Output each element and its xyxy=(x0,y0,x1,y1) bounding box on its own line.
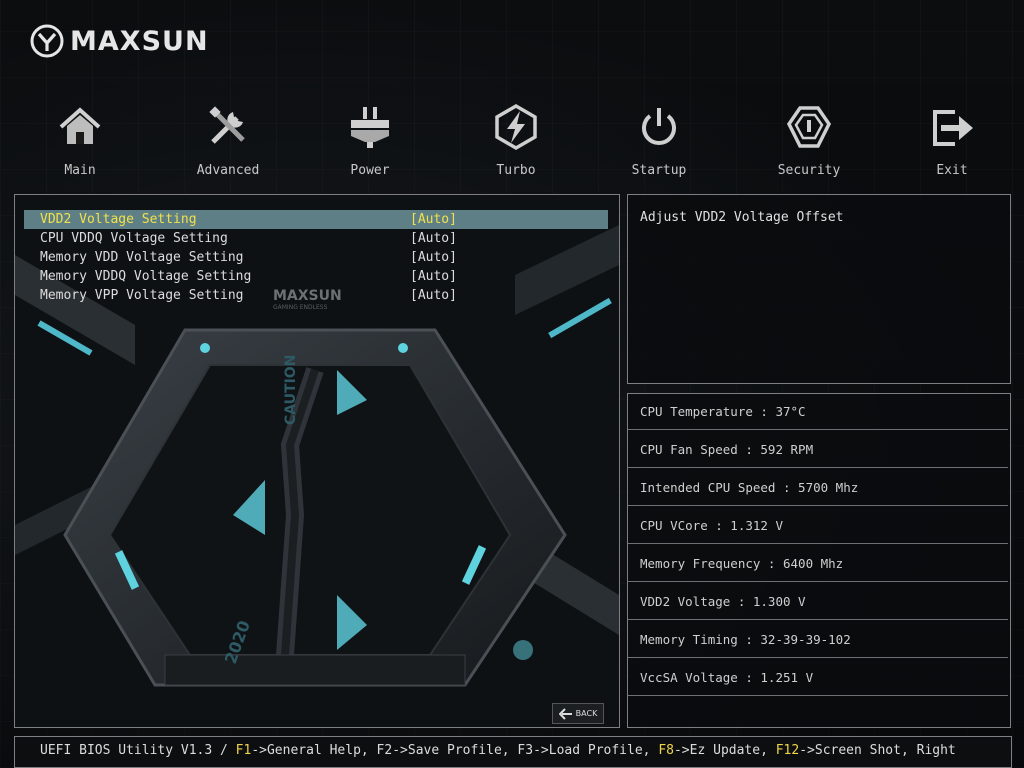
info-cpu-temperature: CPU Temperature : 37°C xyxy=(628,393,1008,430)
setting-label: Memory VDD Voltage Setting xyxy=(40,250,244,265)
tab-turbo[interactable]: Turbo xyxy=(461,102,571,178)
tab-turbo-label: Turbo xyxy=(496,163,536,178)
setting-label: Memory VPP Voltage Setting xyxy=(40,288,244,303)
main-nav: Main Advanced Power Turbo Startup Securi… xyxy=(0,102,1024,184)
f12-key: F12 xyxy=(775,743,800,758)
setting-value: [Auto] xyxy=(410,269,457,284)
brand-logo: MAXSUN xyxy=(30,24,209,58)
setting-label: CPU VDDQ Voltage Setting xyxy=(40,231,228,246)
setting-label: Memory VDDQ Voltage Setting xyxy=(40,269,252,284)
info-memory-frequency: Memory Frequency : 6400 Mhz xyxy=(628,545,1008,582)
status-prefix: UEFI BIOS Utility V1.3 / xyxy=(40,743,236,758)
info-cpu-vcore: CPU VCore : 1.312 V xyxy=(628,507,1008,544)
tab-exit[interactable]: Exit xyxy=(897,102,1007,178)
tab-exit-label: Exit xyxy=(936,163,968,178)
tab-main[interactable]: Main xyxy=(25,102,135,178)
f8-help-text: ->Ez Update, xyxy=(673,743,776,758)
status-bar-text: UEFI BIOS Utility V1.3 / F1->General Hel… xyxy=(40,743,956,758)
power-button-icon xyxy=(642,108,676,145)
setting-cpu-vddq-voltage[interactable]: CPU VDDQ Voltage Setting [Auto] xyxy=(24,229,608,248)
setting-label: VDD2 Voltage Setting xyxy=(40,212,197,227)
f1-key: F1 xyxy=(235,743,252,758)
help-text: Adjust VDD2 Voltage Offset xyxy=(640,210,844,225)
info-vdd2-voltage: VDD2 Voltage : 1.300 V xyxy=(628,583,1008,620)
f1-help-text: ->General Help, F2->Save Profile, F3->Lo… xyxy=(251,743,659,758)
back-arrow-icon xyxy=(558,707,572,720)
lightning-icon xyxy=(495,103,537,151)
tab-main-label: Main xyxy=(64,163,96,178)
tab-advanced-label: Advanced xyxy=(196,163,260,178)
tab-startup-label: Startup xyxy=(631,163,687,178)
setting-value: [Auto] xyxy=(410,250,457,265)
f12-help-text: ->Screen Shot, Right xyxy=(799,743,956,758)
tools-icon xyxy=(209,106,245,144)
back-button-label: BACK xyxy=(575,709,598,718)
home-icon xyxy=(59,107,101,144)
tab-power[interactable]: Power xyxy=(315,102,425,178)
settings-list: VDD2 Voltage Setting [Auto] CPU VDDQ Vol… xyxy=(24,210,608,305)
power-plug-icon xyxy=(351,107,389,148)
tab-startup[interactable]: Startup xyxy=(604,102,714,178)
art-tagline-text: GAMING ENDLESS xyxy=(273,304,328,311)
setting-value: [Auto] xyxy=(410,231,457,246)
setting-value: [Auto] xyxy=(410,212,457,227)
back-button[interactable]: BACK xyxy=(552,703,604,724)
info-memory-timing: Memory Timing : 32-39-39-102 xyxy=(628,621,1008,658)
shield-icon xyxy=(786,106,832,148)
setting-memory-vddq-voltage[interactable]: Memory VDDQ Voltage Setting [Auto] xyxy=(24,267,608,286)
tab-power-label: Power xyxy=(350,163,390,178)
info-vccsa-voltage: VccSA Voltage : 1.251 V xyxy=(628,659,1008,696)
art-caution-text: CAUTION xyxy=(283,355,299,425)
maxsun-logo-icon xyxy=(30,24,64,58)
tab-advanced[interactable]: Advanced xyxy=(173,102,283,178)
exit-icon xyxy=(933,110,973,146)
setting-vdd2-voltage[interactable]: VDD2 Voltage Setting [Auto] xyxy=(24,210,608,229)
tab-security-label: Security xyxy=(777,163,841,178)
setting-value: [Auto] xyxy=(410,288,457,303)
info-cpu-fan-speed: CPU Fan Speed : 592 RPM xyxy=(628,431,1008,468)
tab-security[interactable]: Security xyxy=(754,102,864,178)
setting-memory-vpp-voltage[interactable]: Memory VPP Voltage Setting [Auto] xyxy=(24,286,608,305)
brand-name: MAXSUN xyxy=(70,25,209,57)
info-intended-cpu-speed: Intended CPU Speed : 5700 Mhz xyxy=(628,469,1008,506)
setting-memory-vdd-voltage[interactable]: Memory VDD Voltage Setting [Auto] xyxy=(24,248,608,267)
f8-key: F8 xyxy=(658,743,674,758)
